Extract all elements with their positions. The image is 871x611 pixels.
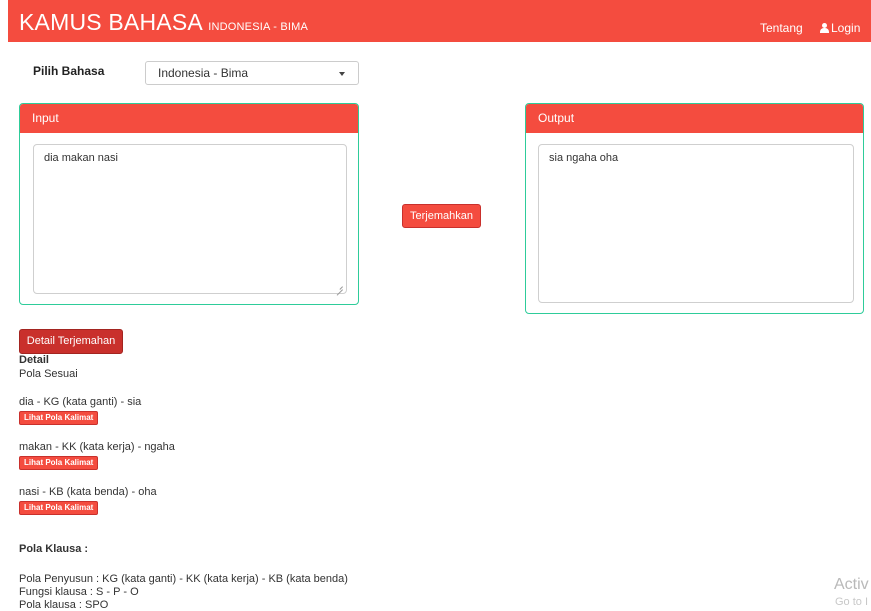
detail-translation-button[interactable]: Detail Terjemahan (19, 329, 123, 354)
view-pattern-button-2[interactable]: Lihat Pola Kalimat (19, 456, 99, 470)
language-label: Pilih Bahasa (33, 64, 105, 78)
brand-logo[interactable]: KAMUS BAHASA INDONESIA - BIMA (19, 10, 308, 39)
clause-line-1: Pola Penyusun : KG (kata ganti) - KK (ka… (19, 573, 348, 585)
word-analysis-1: dia - KG (kata ganti) - sia (19, 396, 142, 408)
output-text: sia ngaha oha (549, 152, 619, 164)
view-pattern-button-1[interactable]: Lihat Pola Kalimat (19, 411, 99, 425)
brand-title: KAMUS BAHASA (19, 9, 202, 35)
login-label: Login (831, 21, 861, 35)
input-panel: Input dia makan nasi (19, 103, 359, 305)
language-selected-value: Indonesia - Bima (158, 66, 249, 80)
nav-login-link[interactable]: Login (820, 21, 860, 35)
resize-handle-icon[interactable] (337, 284, 343, 290)
activation-watermark: Activ (834, 576, 869, 593)
clause-heading: Pola Klausa : (19, 543, 89, 555)
view-pattern-button-3[interactable]: Lihat Pola Kalimat (19, 501, 99, 515)
word-analysis-2: makan - KK (kata kerja) - ngaha (19, 441, 175, 453)
clause-line-3: Pola klausa : SPO (19, 599, 109, 611)
language-select[interactable]: Indonesia - Bima (145, 61, 359, 85)
pattern-status: Pola Sesuai (19, 368, 78, 380)
brand-subtitle: INDONESIA - BIMA (208, 21, 309, 33)
activation-watermark-sub: Go to I (835, 596, 869, 608)
input-panel-title: Input (20, 104, 358, 133)
clause-line-2: Fungsi klausa : S - P - O (19, 586, 139, 598)
output-panel-title: Output (526, 104, 863, 133)
output-panel: Output sia ngaha oha (525, 103, 864, 314)
input-textarea[interactable]: dia makan nasi (33, 144, 347, 294)
top-navbar: KAMUS BAHASA INDONESIA - BIMA Tentang Lo… (8, 0, 871, 42)
user-icon (820, 23, 829, 33)
input-text: dia makan nasi (44, 152, 118, 164)
detail-heading: Detail (19, 354, 49, 366)
translate-button[interactable]: Terjemahkan (402, 204, 481, 228)
output-textarea[interactable]: sia ngaha oha (538, 144, 854, 303)
chevron-down-icon (339, 72, 345, 76)
nav-about-link[interactable]: Tentang (760, 21, 803, 35)
word-analysis-3: nasi - KB (kata benda) - oha (19, 486, 157, 498)
